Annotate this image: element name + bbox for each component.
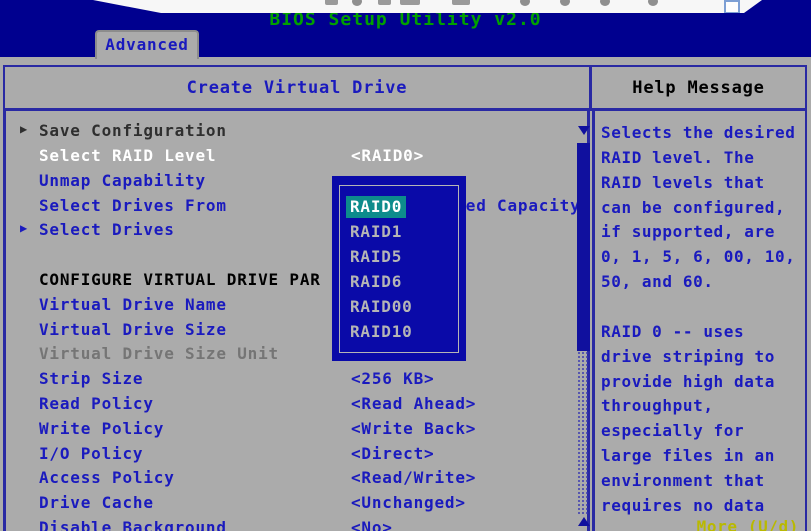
menu-item-select-drives[interactable]: ▶ Select Drives — [14, 220, 589, 243]
menu-item-label: Virtual Drive Size Unit — [39, 344, 279, 363]
scrollbar — [577, 111, 590, 531]
popup-option-raid6[interactable]: RAID6 — [346, 271, 406, 293]
panel-header-create-virtual-drive: Create Virtual Drive — [3, 65, 592, 111]
menu-item-label: Unmap Capability — [39, 171, 206, 190]
menu-item-label: Select RAID Level — [39, 146, 216, 165]
submenu-arrow-icon: ▶ — [20, 122, 28, 136]
toolbar-fragment-icon — [560, 0, 570, 6]
menu-item-select-raid-level[interactable]: Select RAID Level <RAID0> — [14, 146, 589, 169]
menu-item-virtual-drive-name[interactable]: Virtual Drive Name — [14, 295, 589, 318]
menu-item-label: I/O Policy — [39, 444, 143, 463]
menu-item-label: Read Policy — [39, 394, 154, 413]
menu-item-label: Access Policy — [39, 468, 175, 487]
help-title: Help Message — [632, 78, 764, 98]
help-text-line: drive striping to — [601, 347, 806, 366]
menu-item-value: <No> — [351, 518, 393, 531]
toolbar-fragment-icon — [352, 0, 362, 6]
help-text-line: RAID levels that — [601, 173, 806, 192]
menu-item-value: <Direct> — [351, 444, 434, 463]
menu-item-write-policy[interactable]: Write Policy <Write Back> — [14, 419, 589, 442]
submenu-arrow-icon: ▶ — [20, 221, 28, 235]
menu-item-value: <256 KB> — [351, 369, 434, 388]
help-text-line: especially for — [601, 421, 806, 440]
menu-item-drive-cache[interactable]: Drive Cache <Unchanged> — [14, 493, 589, 516]
help-text-line: RAID 0 -- uses — [601, 322, 806, 341]
menu-item-label: Select Drives — [39, 220, 175, 239]
popup-option-raid00[interactable]: RAID00 — [346, 296, 417, 318]
scrollbar-thumb[interactable] — [577, 143, 590, 351]
menu-item-strip-size[interactable]: Strip Size <256 KB> — [14, 369, 589, 392]
more-indicator: More (U/d) — [697, 517, 799, 531]
menu-item-label: Drive Cache — [39, 493, 154, 512]
section-heading-label: CONFIGURE VIRTUAL DRIVE PAR — [39, 270, 321, 289]
menu-item-value: <Write Back> — [351, 419, 476, 438]
help-text-line: large files in an — [601, 446, 806, 465]
toolbar-fragment-icon — [452, 0, 470, 5]
toolbar-button-icon[interactable] — [724, 0, 740, 14]
help-text-line: 50, and 60. — [601, 272, 806, 291]
help-text-line: environment that — [601, 471, 806, 490]
bios-screen: BIOS Setup Utility v2.0 Advanced Create … — [0, 0, 811, 531]
menu-item-value: <RAID0> — [351, 146, 424, 165]
help-panel: Selects the desired RAID level. The RAID… — [592, 108, 807, 531]
toolbar-fragment-icon — [648, 0, 658, 6]
menu-item-select-drives-from[interactable]: Select Drives From <Unconfigured Capacit… — [14, 196, 589, 219]
scrollbar-track[interactable] — [577, 351, 590, 514]
menu-item-value: <Read Ahead> — [351, 394, 476, 413]
page-title: Create Virtual Drive — [187, 78, 408, 98]
menu-item-virtual-drive-size-unit: Virtual Drive Size Unit — [14, 344, 589, 367]
popup-option-raid5[interactable]: RAID5 — [346, 246, 406, 268]
settings-panel: ▶ Save Configuration Select RAID Level <… — [3, 108, 590, 531]
menu-item-label: Virtual Drive Size — [39, 320, 227, 339]
menu-item-save-configuration[interactable]: ▶ Save Configuration — [14, 121, 589, 144]
scroll-down-icon[interactable] — [578, 126, 590, 135]
section-heading-configure-parameters: CONFIGURE VIRTUAL DRIVE PAR — [14, 270, 589, 293]
panel-header-help-message: Help Message — [592, 65, 807, 111]
menu-item-disable-background[interactable]: Disable Background <No> — [14, 518, 589, 531]
menu-item-virtual-drive-size[interactable]: Virtual Drive Size — [14, 320, 589, 343]
menu-item-label: Disable Background — [39, 518, 227, 531]
menu-item-label: Save Configuration — [39, 121, 227, 140]
help-text-line: 0, 1, 5, 6, 00, 10, — [601, 247, 806, 266]
popup-option-raid10[interactable]: RAID10 — [346, 321, 417, 343]
menu-item-io-policy[interactable]: I/O Policy <Direct> — [14, 444, 589, 467]
menu-item-unmap-capability[interactable]: Unmap Capability — [14, 171, 589, 194]
tab-advanced[interactable]: Advanced — [95, 30, 199, 59]
scroll-up-icon[interactable] — [578, 517, 590, 526]
raid-level-popup: RAID0 RAID1 RAID5 RAID6 RAID00 RAID10 — [332, 176, 466, 361]
popup-option-raid0[interactable]: RAID0 — [346, 196, 406, 218]
help-text-line: requires no data — [601, 496, 806, 515]
toolbar-fragment-icon — [600, 0, 610, 6]
menu-item-label: Strip Size — [39, 369, 143, 388]
help-text-line: Selects the desired — [601, 123, 806, 142]
toolbar-fragment-icon — [520, 0, 530, 6]
menu-item-label: Select Drives From — [39, 196, 227, 215]
help-text-line: can be configured, — [601, 198, 806, 217]
help-text-line: if supported, are — [601, 222, 806, 241]
menu-item-value: <Read/Write> — [351, 468, 476, 487]
menu-item-value: <Unchanged> — [351, 493, 466, 512]
menu-item-access-policy[interactable]: Access Policy <Read/Write> — [14, 468, 589, 491]
menu-item-label: Write Policy — [39, 419, 164, 438]
help-text-line: provide high data — [601, 372, 806, 391]
toolbar-fragment-icon — [325, 0, 338, 5]
toolbar-fragment-icon — [378, 0, 391, 5]
help-text-line: RAID level. The — [601, 148, 806, 167]
help-text-line: throughput, — [601, 396, 806, 415]
menu-item-read-policy[interactable]: Read Policy <Read Ahead> — [14, 394, 589, 417]
menu-item-label: Virtual Drive Name — [39, 295, 227, 314]
toolbar-fragment-icon — [400, 0, 420, 5]
popup-option-raid1[interactable]: RAID1 — [346, 221, 406, 243]
